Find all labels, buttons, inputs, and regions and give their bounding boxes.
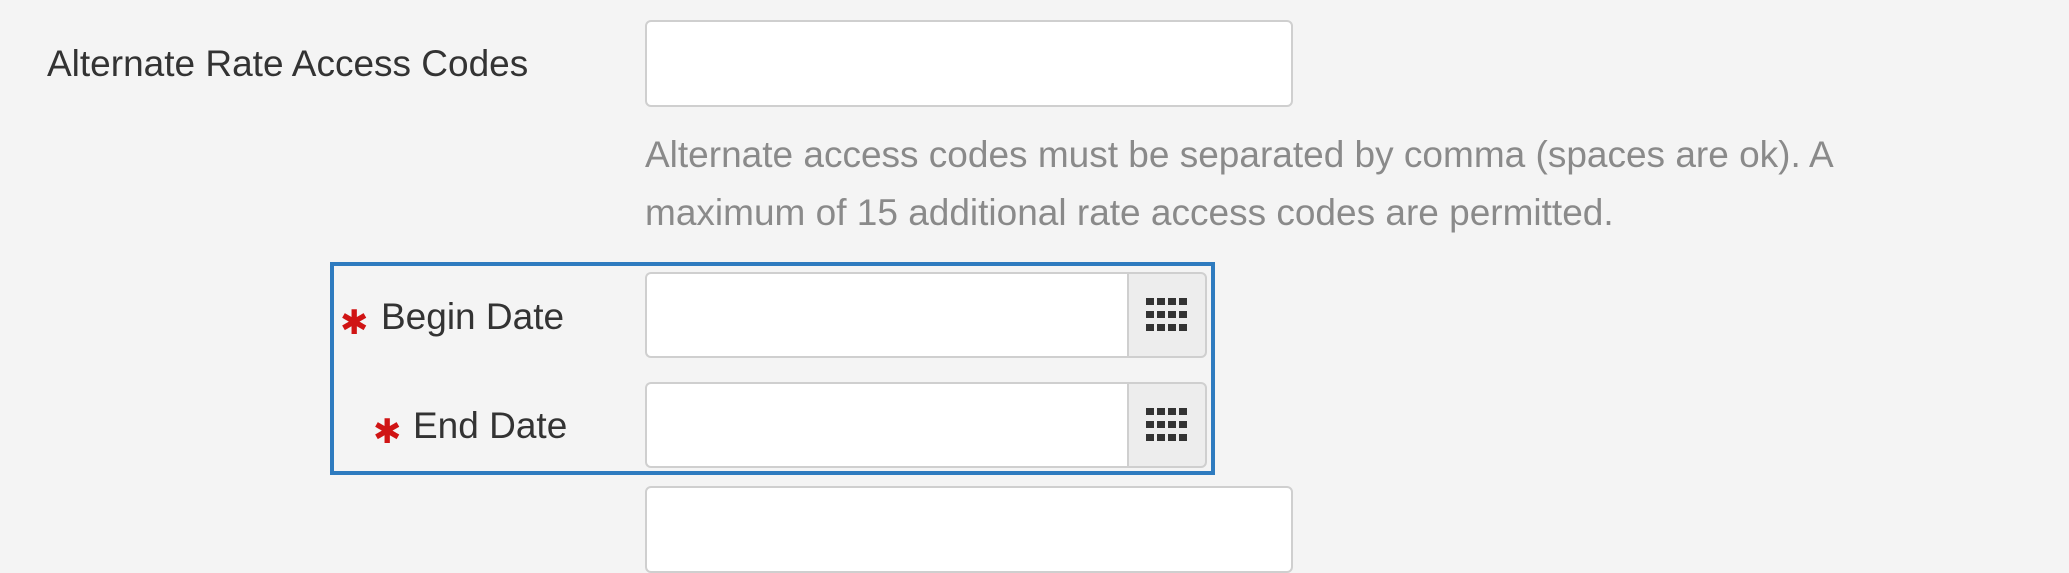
begin-date-required-icon: ✱ xyxy=(340,304,369,342)
next-field-input[interactable] xyxy=(645,486,1293,573)
end-date-field xyxy=(645,382,1207,468)
begin-date-field xyxy=(645,272,1207,358)
end-date-calendar-button[interactable] xyxy=(1127,382,1207,468)
begin-date-calendar-button[interactable] xyxy=(1127,272,1207,358)
end-date-input[interactable] xyxy=(645,382,1127,468)
alt-rate-codes-help-line-1: Alternate access codes must be separated… xyxy=(645,134,1834,175)
alt-rate-codes-help: Alternate access codes must be separated… xyxy=(645,126,2005,242)
calendar-grid-icon xyxy=(1146,298,1187,331)
alt-rate-codes-input[interactable] xyxy=(645,20,1293,107)
end-date-label: End Date xyxy=(413,405,568,446)
alt-rate-codes-label: Alternate Rate Access Codes xyxy=(47,43,529,84)
begin-date-input[interactable] xyxy=(645,272,1127,358)
alt-rate-codes-help-line-2: maximum of 15 additional rate access cod… xyxy=(645,192,1614,233)
calendar-grid-icon xyxy=(1146,408,1187,441)
begin-date-label: Begin Date xyxy=(381,296,565,337)
end-date-required-icon: ✱ xyxy=(373,413,402,451)
